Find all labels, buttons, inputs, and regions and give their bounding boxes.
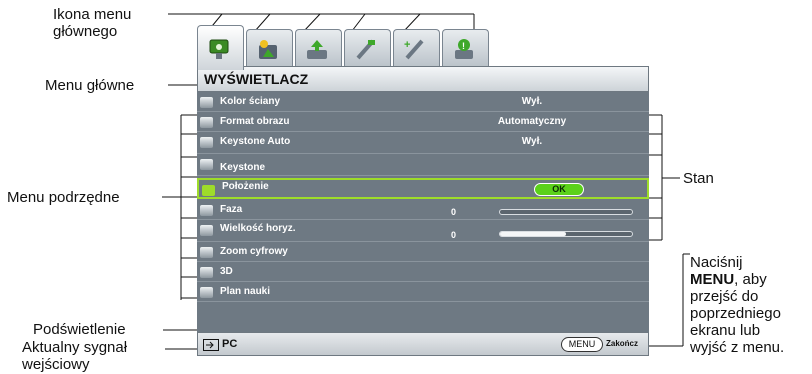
row-h-size[interactable]: Wielkość horyz. 0: [197, 220, 649, 242]
current-input-label: PC: [222, 338, 238, 350]
svg-text:!: !: [462, 41, 465, 51]
row-wall-color[interactable]: Kolor ściany Wył.: [197, 92, 649, 112]
h-size-value: 0: [451, 230, 457, 240]
input-source-icon: [203, 339, 219, 351]
row-status: Wył.: [521, 136, 543, 147]
menu-key-icon[interactable]: MENU: [561, 337, 603, 352]
callout-menu-hint-rest3: ekranu lub: [690, 322, 761, 339]
display-icon: [209, 39, 229, 59]
row-label: Faza: [220, 204, 243, 215]
row-phase[interactable]: Faza 0: [197, 200, 649, 220]
auto-keystone-icon: [200, 137, 213, 148]
svg-text:+: +: [404, 39, 410, 51]
row-label: Kolor ściany: [220, 96, 281, 107]
submenu-list: Kolor ściany Wył. Format obrazu Automaty…: [197, 92, 649, 332]
phase-icon: [200, 205, 213, 216]
callout-menu-hint-rest1: przejść do: [690, 288, 759, 305]
tab-system-setup-advanced[interactable]: +: [393, 29, 440, 68]
keystone-icon: [200, 159, 213, 170]
phase-slider[interactable]: [499, 209, 633, 215]
information-icon: !: [455, 39, 473, 59]
callout-main-menu-icon-line2: głównego: [53, 23, 118, 40]
tab-information[interactable]: !: [442, 29, 489, 68]
position-icon: [202, 185, 215, 196]
callout-status: Stan: [683, 170, 714, 187]
tab-source[interactable]: [295, 29, 342, 68]
phase-value: 0: [451, 207, 457, 217]
system-setup-advanced-icon: +: [404, 39, 424, 60]
row-3d[interactable]: 3D: [197, 262, 649, 282]
h-size-slider-fill: [500, 232, 566, 236]
row-position[interactable]: Położenie OK: [197, 178, 649, 199]
row-teaching-template[interactable]: Plan nauki: [197, 282, 649, 302]
digital-zoom-icon: [200, 247, 213, 258]
aspect-ratio-icon: [200, 117, 213, 128]
row-digital-zoom[interactable]: Zoom cyfrowy: [197, 242, 649, 262]
callout-menu-hint-rest4: wyjść z menu.: [690, 339, 785, 356]
main-menu-tabs: + !: [197, 23, 517, 70]
row-label: Położenie: [222, 181, 269, 192]
row-label: 3D: [220, 266, 233, 277]
row-label: Keystone Auto: [220, 136, 291, 147]
callout-menu-hint-rest2: poprzedniego: [690, 305, 781, 322]
callout-submenu: Menu podrzędne: [7, 189, 120, 206]
callout-menu-hint-line1: Naciśnij: [690, 254, 743, 271]
ok-button[interactable]: OK: [534, 183, 584, 196]
h-size-slider[interactable]: [499, 231, 633, 237]
callout-main-menu-icon-line1: Ikona menu: [53, 6, 132, 23]
system-setup-basic-icon: [356, 39, 375, 60]
tab-picture[interactable]: [246, 29, 293, 68]
callout-main-menu-icon: Ikona menu głównego: [53, 6, 131, 40]
row-label: Plan nauki: [220, 286, 271, 297]
row-aspect-ratio[interactable]: Format obrazu Automatyczny: [197, 112, 649, 132]
callout-current-input: Aktualny sygnał wejściowy: [22, 339, 127, 373]
tab-display[interactable]: [197, 25, 244, 70]
row-label: Zoom cyfrowy: [220, 246, 288, 257]
callout-highlight: Podświetlenie: [33, 321, 126, 338]
exit-label: Zakończ: [606, 339, 639, 348]
teaching-template-icon: [200, 287, 213, 298]
row-auto-keystone[interactable]: Keystone Auto Wył.: [197, 132, 649, 154]
row-keystone[interactable]: Keystone: [197, 154, 649, 176]
osd-menu: WYŚWIETLACZ Kolor ściany Wył. Format obr…: [197, 66, 649, 358]
picture-icon: [259, 40, 277, 59]
callout-current-input-line2: wejściowy: [22, 356, 90, 373]
menu-title: WYŚWIETLACZ: [197, 66, 649, 92]
callout-main-menu: Menu główne: [45, 77, 135, 94]
status-bar: PC MENU Zakończ: [197, 332, 649, 356]
source-icon: [307, 40, 327, 59]
callout-menu-hint: Naciśnij MENU, aby przejść do poprzednie…: [690, 254, 784, 356]
callout-current-input-line1: Aktualny sygnał: [22, 339, 128, 356]
row-label: Format obrazu: [220, 116, 290, 127]
callout-menu-hint-rest0: , aby: [734, 271, 767, 288]
tab-system-setup-basic[interactable]: [344, 29, 391, 68]
row-status: Wył.: [521, 96, 543, 107]
3d-icon: [200, 267, 213, 278]
row-label: Keystone: [220, 162, 266, 173]
callout-menu-hint-line2: MENU, aby: [690, 271, 784, 288]
callout-menu-hint-bold: MENU: [690, 271, 735, 288]
row-status: Automatyczny: [497, 116, 567, 127]
row-label: Wielkość horyz.: [220, 223, 296, 234]
wall-color-icon: [200, 97, 213, 108]
h-size-icon: [200, 225, 213, 236]
